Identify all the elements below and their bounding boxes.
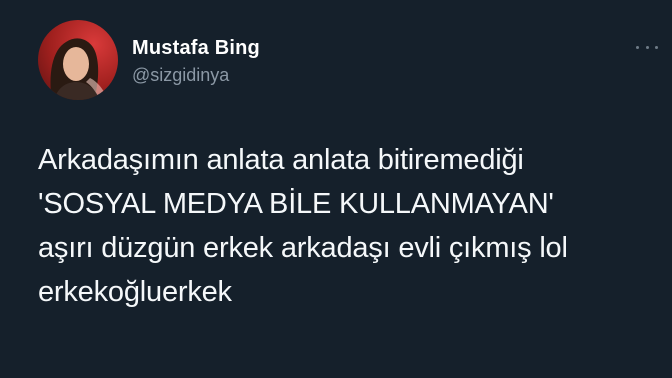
display-name[interactable]: Mustafa Bing xyxy=(132,36,260,60)
avatar[interactable] xyxy=(38,20,118,100)
tweet-text-line: Arkadaşımın anlata anlata bitiremediği xyxy=(38,144,524,176)
user-handle[interactable]: @sizgidinya xyxy=(132,64,260,86)
more-dot xyxy=(655,45,658,49)
tweet-text-line: 'SOSYAL MEDYA BİLE KULLANMAYAN' xyxy=(38,188,554,220)
tweet-text: Arkadaşımın anlata anlata bitiremediği '… xyxy=(38,138,658,314)
more-dot xyxy=(645,45,649,49)
more-horizontal-icon xyxy=(636,45,639,49)
tweet-text-line: aşırı düzgün erkek arkadaşı evli çıkmış … xyxy=(38,232,568,264)
user-avatar-icon xyxy=(50,38,108,100)
tweet-author: Mustafa Bing @sizgidinya xyxy=(132,36,260,86)
more-options-button[interactable] xyxy=(636,40,658,54)
tweet-text-line: erkekoğluerkek xyxy=(38,276,232,308)
tweet-card: Mustafa Bing @sizgidinya Arkadaşımın anl… xyxy=(0,0,672,378)
